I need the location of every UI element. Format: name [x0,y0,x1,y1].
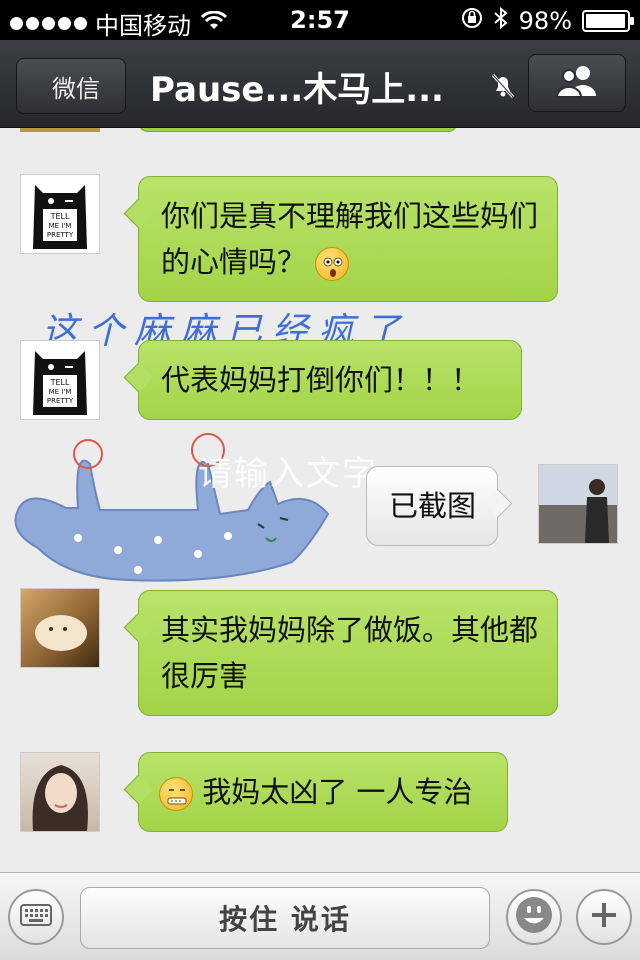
avatar-monster[interactable]: TELL ME I'M PRETTY [20,340,100,420]
self-avatar-image [539,465,617,543]
message-text: 我妈太凶了 一人专治 [202,775,473,809]
avatar-girl[interactable] [20,752,100,832]
smiley-icon [514,895,554,939]
battery-fill [586,14,626,28]
back-button[interactable]: 微信 [16,58,126,114]
svg-text:TELL: TELL [50,378,70,387]
status-right: 98% [461,6,634,36]
nav-bar: 微信 Pause...木马上... [0,40,640,128]
monster-avatar-image: TELL ME I'M PRETTY [33,185,87,249]
girl-avatar-image [32,765,88,831]
fearful-face-emoji [315,247,350,281]
monster-avatar-image: TELL ME I'M PRETTY [33,351,87,415]
keyboard-toggle-button[interactable] [8,889,64,945]
message-bubble[interactable]: 我妈太凶了 一人专治 [138,752,508,832]
chat-area[interactable]: TELL ME I'M PRETTY 你们是真不理解我们这些妈们的心情吗？ 这个… [0,128,640,872]
message-text: 代表妈妈打倒你们！！！ [161,363,481,397]
emoji-button[interactable] [506,889,562,945]
battery-icon [582,10,634,32]
message-text: 已截图 [389,489,477,523]
kitten-avatar-image [35,615,87,651]
avatar-kitten[interactable] [20,588,100,668]
avatar-self[interactable] [538,464,618,544]
battery-percent: 98% [518,7,572,35]
keyboard-icon [20,904,52,930]
status-bar: 中国移动 2:57 98% [0,0,640,40]
previous-message-bubble[interactable] [138,128,458,132]
chat-title: Pause...木马上... [150,70,444,110]
bluetooth-icon [493,6,509,36]
svg-text:ME I'M: ME I'M [49,222,72,230]
orientation-lock-icon [461,7,483,35]
plus-icon [588,899,620,935]
svg-text:PRETTY: PRETTY [47,397,74,405]
message-bubble[interactable]: 其实我妈妈除了做饭。其他都很厉害 [138,590,558,716]
input-hint-overlay: 请输入文字 [198,454,378,494]
message-text: 其实我妈妈除了做饭。其他都很厉害 [161,613,539,693]
svg-text:TELL: TELL [50,212,70,221]
hold-to-talk-button[interactable]: 按住 说话 [80,887,490,949]
avatar-monster[interactable]: TELL ME I'M PRETTY [20,174,100,254]
message-bubble-self[interactable]: 已截图 [366,466,498,546]
more-options-button[interactable] [576,889,632,945]
people-icon [553,64,601,102]
mute-notifications-icon [488,70,518,100]
message-bubble[interactable]: 你们是真不理解我们这些妈们的心情吗？ [138,176,558,302]
zipper-mouth-emoji [159,777,193,811]
message-bubble[interactable]: 代表妈妈打倒你们！！！ [138,340,522,420]
svg-text:PRETTY: PRETTY [47,231,74,239]
previous-avatar-partial [20,128,100,132]
input-bar: 按住 说话 [0,872,640,960]
svg-text:ME I'M: ME I'M [49,388,72,396]
group-members-button[interactable] [528,54,626,112]
